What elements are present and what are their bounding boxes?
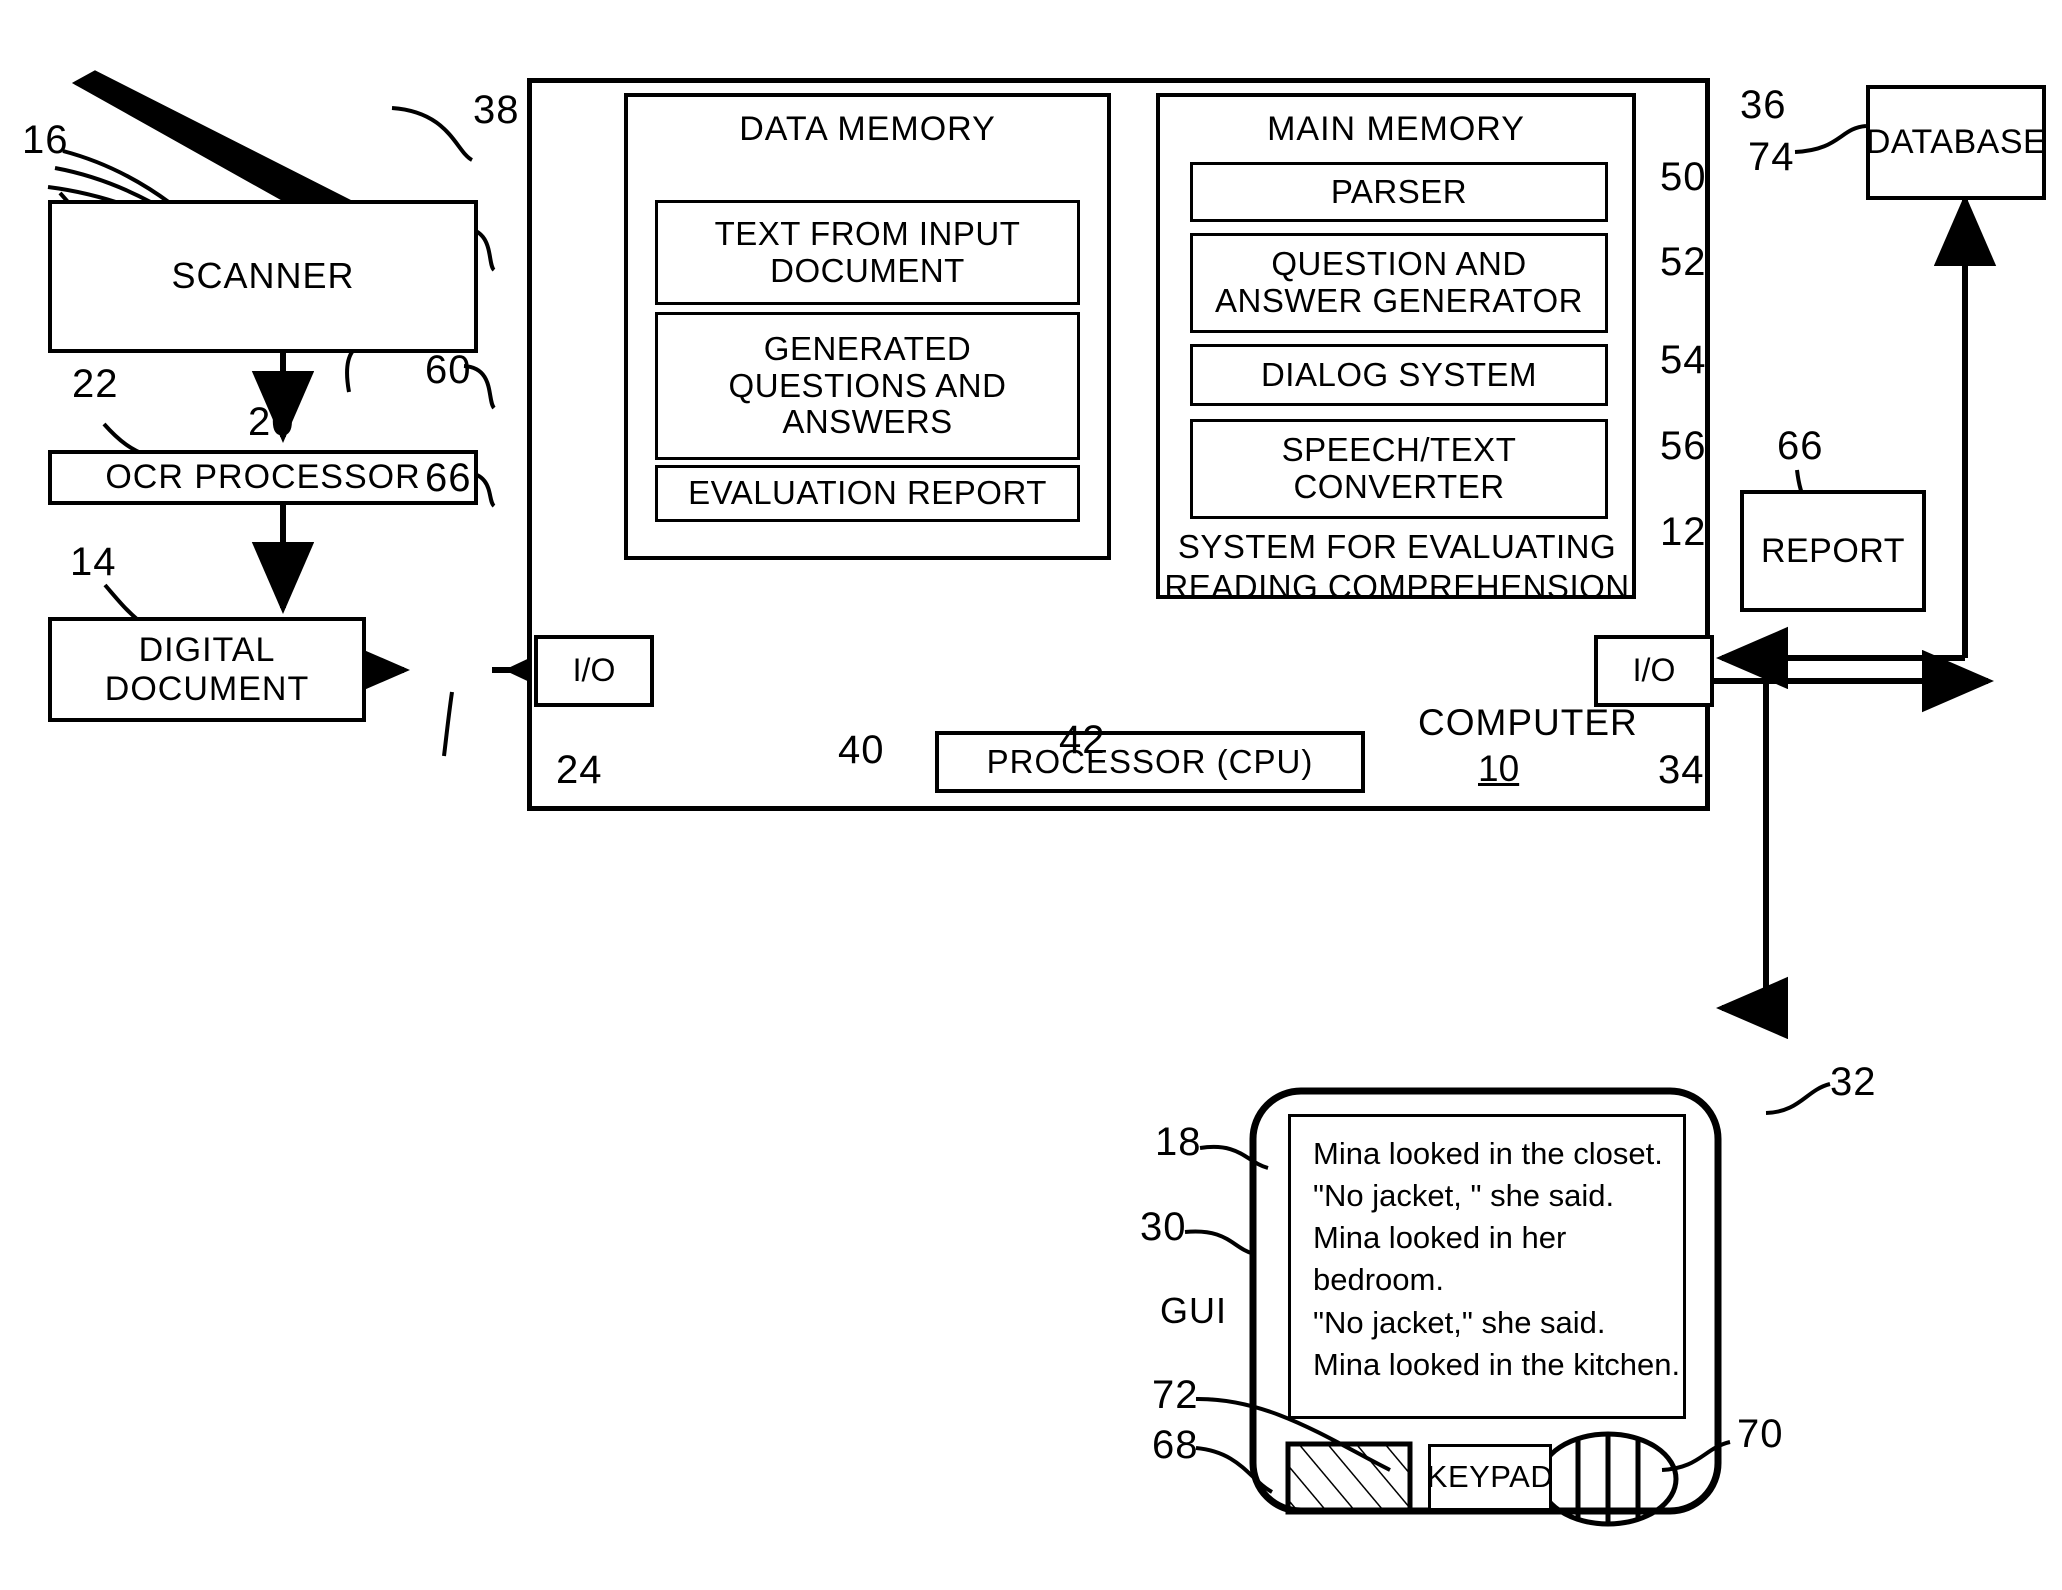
leader-24 <box>442 691 454 757</box>
ref-14: 14 <box>70 540 117 584</box>
screen-line-3: bedroom. <box>1313 1262 1444 1298</box>
scanner-box: SCANNER <box>48 200 478 353</box>
ref-12: 12 <box>1660 510 1707 554</box>
leader-18 <box>1199 1144 1269 1170</box>
ref-50: 50 <box>1660 155 1707 199</box>
mm-system-line1: SYSTEM FOR EVALUATING <box>1177 528 1617 565</box>
mm-item3-line2: CONVERTER <box>1293 468 1505 505</box>
io-right-box: I/O <box>1594 635 1714 707</box>
mm-item0-line1: PARSER <box>1330 172 1468 210</box>
main-memory-item-speech-text-converter: SPEECH/TEXT CONVERTER <box>1190 419 1608 519</box>
data-memory-item-generated-questions-and-answers: GENERATED QUESTIONS AND ANSWERS <box>655 312 1080 460</box>
main-memory-item-question-and-answer-generator: QUESTION AND ANSWER GENERATOR <box>1190 233 1608 333</box>
processor-box: PROCESSOR (CPU) <box>935 731 1365 793</box>
gui-label: GUI <box>1160 1290 1228 1331</box>
computer-label: COMPUTER <box>1418 702 1638 743</box>
ocr-processor-label: OCR PROCESSOR <box>105 458 421 497</box>
keypad-label: KEYPAD <box>1426 1459 1554 1495</box>
ref-60: 60 <box>425 348 472 392</box>
screen-text-block: Mina looked in the closet. "No jacket, "… <box>1313 1133 1683 1386</box>
leader-30 <box>1184 1229 1255 1256</box>
mm-item1-line1: QUESTION AND <box>1271 245 1527 283</box>
digital-document-box: DIGITAL DOCUMENT <box>48 617 366 722</box>
ref-38: 38 <box>473 88 520 132</box>
screen-line-0: Mina looked in the closet. <box>1313 1136 1663 1171</box>
computer-ref-10: 10 <box>1478 748 1520 789</box>
report-label: REPORT <box>1760 531 1906 570</box>
main-memory-item-dialog-system: DIALOG SYSTEM <box>1190 344 1608 406</box>
system-for-evaluating-reading-comprehension-label: SYSTEM FOR EVALUATING READING COMPREHENS… <box>1164 527 1630 608</box>
screen-line-1: "No jacket, " she said. <box>1313 1178 1615 1214</box>
ocr-processor-box: OCR PROCESSOR <box>48 450 478 505</box>
main-memory-title: MAIN MEMORY <box>1267 110 1525 148</box>
ref-42: 42 <box>1059 718 1106 762</box>
leader-32 <box>1765 1082 1831 1115</box>
leader-70 <box>1661 1440 1731 1472</box>
keypad-button[interactable]: KEYPAD <box>1426 1444 1554 1511</box>
ref-32: 32 <box>1830 1060 1877 1104</box>
screen-line-5: Mina looked in the kitchen. <box>1313 1346 1681 1382</box>
dm-item0-line2: DOCUMENT <box>770 251 965 289</box>
hatched-button-68 <box>1285 1441 1413 1515</box>
io-left-box: I/O <box>534 635 654 707</box>
ref-36: 36 <box>1740 83 1787 127</box>
mm-item2-line1: DIALOG SYSTEM <box>1260 355 1538 393</box>
ref-54: 54 <box>1660 338 1707 382</box>
mm-item3-line1: SPEECH/TEXT <box>1281 431 1517 469</box>
leader-20 <box>345 350 354 393</box>
ref-18: 18 <box>1155 1120 1202 1164</box>
dm-item1-line3: ANSWERS <box>782 403 953 441</box>
ref-56: 56 <box>1660 424 1707 468</box>
data-memory-item-text-from-input-document: TEXT FROM INPUT DOCUMENT <box>655 200 1080 305</box>
patent-figure: SCANNER 16 20 22 OCR PROCESSOR DIGITAL D… <box>0 0 2062 1590</box>
data-memory-title: DATA MEMORY <box>739 110 996 148</box>
ref-72: 72 <box>1152 1373 1199 1417</box>
screen-line-4: "No jacket," she said. <box>1313 1304 1606 1340</box>
ref-66-eval: 66 <box>425 456 472 500</box>
ref-30: 30 <box>1140 1205 1187 1249</box>
dm-item1-line2: QUESTIONS AND <box>728 366 1007 404</box>
digital-document-line1: DIGITAL <box>138 631 276 670</box>
mm-item1-line2: ANSWER GENERATOR <box>1215 282 1583 319</box>
leader-14 <box>103 583 140 622</box>
io-right-label: I/O <box>1632 652 1676 689</box>
report-box: REPORT <box>1740 490 1926 612</box>
digital-document-line2: DOCUMENT <box>104 669 310 708</box>
ref-68: 68 <box>1152 1423 1199 1467</box>
ref-16: 16 <box>22 118 69 162</box>
mm-system-line2: READING COMPREHENSION <box>1164 568 1630 606</box>
main-memory-item-parser: PARSER <box>1190 162 1608 222</box>
database-label: DATABASE <box>1865 123 2047 162</box>
gui-io-connection <box>1716 700 1788 1040</box>
ref-24: 24 <box>556 748 603 792</box>
ref-52: 52 <box>1660 240 1707 284</box>
dm-item0-line1: TEXT FROM INPUT <box>714 214 1021 252</box>
ref-66-report: 66 <box>1777 424 1824 468</box>
ref-40: 40 <box>838 728 885 772</box>
data-memory-item-evaluation-report: EVALUATION REPORT <box>655 465 1080 522</box>
ref-70: 70 <box>1737 1412 1784 1456</box>
speaker-icon <box>1537 1431 1679 1527</box>
tablet-screen[interactable]: Mina looked in the closet. "No jacket, "… <box>1288 1114 1686 1419</box>
leader-74 <box>1794 124 1867 154</box>
ref-34: 34 <box>1658 748 1705 792</box>
leader-38 <box>391 106 474 162</box>
dm-item2-line1: EVALUATION REPORT <box>688 474 1047 512</box>
ref-20: 20 <box>248 400 295 444</box>
leader-68 <box>1195 1446 1274 1494</box>
dm-item1-line1: GENERATED <box>763 329 972 367</box>
io-left-label: I/O <box>572 652 616 689</box>
processor-label: PROCESSOR (CPU) <box>986 742 1314 780</box>
screen-line-2: Mina looked in her <box>1313 1220 1567 1256</box>
ref-22: 22 <box>72 362 119 406</box>
scanner-label: SCANNER <box>171 255 355 297</box>
database-box: DATABASE <box>1866 85 2046 200</box>
ref-74: 74 <box>1748 135 1795 179</box>
